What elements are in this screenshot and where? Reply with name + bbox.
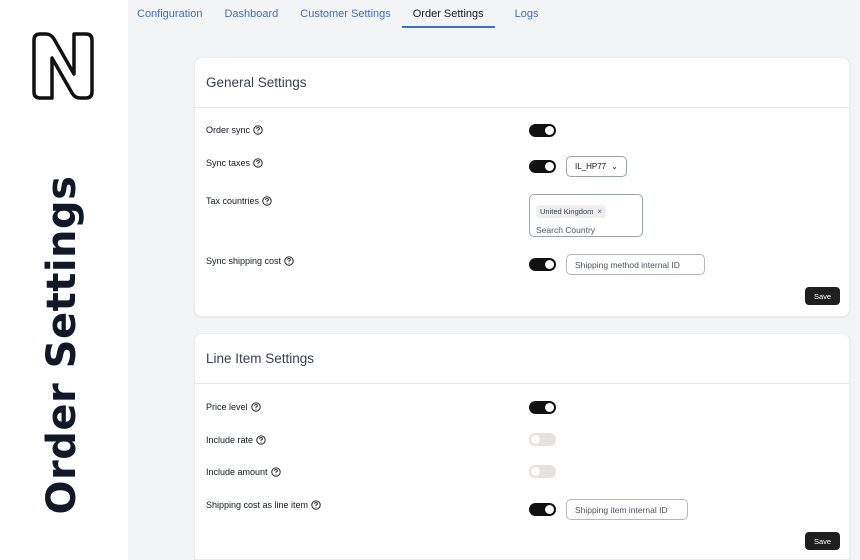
tab-configuration[interactable]: Configuration bbox=[137, 0, 202, 28]
country-chip: United Kingdom × bbox=[536, 205, 607, 218]
help-icon[interactable] bbox=[253, 125, 263, 135]
tax-code-value: IL_HP77 bbox=[575, 162, 607, 171]
chevron-down-icon: ⌄ bbox=[611, 162, 618, 171]
main-panel: Configuration Dashboard Customer Setting… bbox=[128, 0, 860, 560]
include-amount-control bbox=[529, 465, 556, 478]
help-icon[interactable] bbox=[311, 500, 321, 510]
page-title: Order Settings bbox=[39, 175, 85, 515]
save-button[interactable]: Save bbox=[805, 287, 840, 305]
tab-bar: Configuration Dashboard Customer Setting… bbox=[128, 0, 552, 30]
help-icon[interactable] bbox=[270, 467, 281, 477]
country-chip-label: United Kingdom bbox=[540, 207, 594, 216]
tax-code-select[interactable]: IL_HP77 ⌄ bbox=[566, 156, 627, 177]
sync-taxes-toggle[interactable] bbox=[529, 160, 556, 173]
tax-countries-label: Tax countries bbox=[206, 196, 260, 206]
line-item-settings-card: Line Item Settings Price level Include r… bbox=[194, 333, 850, 560]
general-settings-title: General Settings bbox=[195, 58, 849, 108]
tab-order-settings[interactable]: Order Settings bbox=[401, 0, 495, 28]
help-icon[interactable] bbox=[250, 402, 261, 412]
price-level-control bbox=[529, 401, 556, 414]
include-amount-label: Include amount bbox=[206, 467, 268, 477]
sync-taxes-control: IL_HP77 ⌄ bbox=[529, 156, 627, 177]
help-icon[interactable] bbox=[262, 196, 272, 206]
sync-taxes-row: Sync taxes bbox=[206, 158, 263, 168]
tax-countries-multiselect[interactable]: United Kingdom × bbox=[529, 194, 643, 237]
order-sync-row: Order sync bbox=[206, 125, 263, 135]
help-icon[interactable] bbox=[253, 158, 263, 168]
order-sync-label: Order sync bbox=[206, 125, 251, 135]
tax-countries-row: Tax countries bbox=[206, 196, 272, 206]
shipping-cost-line-item-row: Shipping cost as line item bbox=[206, 500, 321, 510]
sync-taxes-label: Sync taxes bbox=[206, 158, 251, 168]
shipping-item-id-input[interactable] bbox=[566, 499, 688, 520]
line-item-settings-title: Line Item Settings bbox=[195, 334, 849, 384]
shipping-cost-line-item-toggle[interactable] bbox=[529, 503, 556, 516]
include-rate-control bbox=[529, 433, 556, 446]
sync-shipping-cost-row: Sync shipping cost bbox=[206, 256, 294, 266]
sync-shipping-cost-control bbox=[529, 254, 705, 275]
brand-logo-icon bbox=[32, 32, 94, 100]
left-rail: Order Settings bbox=[0, 0, 128, 560]
sync-shipping-cost-toggle[interactable] bbox=[529, 258, 556, 271]
tab-dashboard[interactable]: Dashboard bbox=[224, 0, 278, 28]
tab-customer-settings[interactable]: Customer Settings bbox=[300, 0, 390, 28]
include-amount-row: Include amount bbox=[206, 467, 281, 477]
tab-logs[interactable]: Logs bbox=[515, 0, 539, 28]
price-level-row: Price level bbox=[206, 402, 261, 412]
price-level-toggle[interactable] bbox=[529, 401, 556, 414]
help-icon[interactable] bbox=[284, 256, 294, 266]
include-amount-toggle[interactable] bbox=[529, 465, 556, 478]
shipping-cost-line-item-label: Shipping cost as line item bbox=[206, 500, 309, 510]
include-rate-toggle[interactable] bbox=[529, 433, 556, 446]
order-sync-toggle[interactable] bbox=[529, 124, 556, 137]
general-settings-card: General Settings Order sync Sync taxes I… bbox=[194, 57, 850, 317]
include-rate-row: Include rate bbox=[206, 435, 266, 445]
price-level-label: Price level bbox=[206, 402, 248, 412]
country-search-input[interactable] bbox=[536, 225, 636, 235]
include-rate-label: Include rate bbox=[206, 435, 254, 445]
help-icon[interactable] bbox=[256, 435, 266, 445]
save-button[interactable]: Save bbox=[805, 532, 840, 550]
remove-chip-icon[interactable]: × bbox=[597, 207, 602, 216]
sync-shipping-cost-label: Sync shipping cost bbox=[206, 256, 282, 266]
order-sync-control bbox=[529, 124, 556, 137]
shipping-method-id-input[interactable] bbox=[566, 254, 705, 275]
shipping-cost-line-item-control bbox=[529, 499, 688, 520]
